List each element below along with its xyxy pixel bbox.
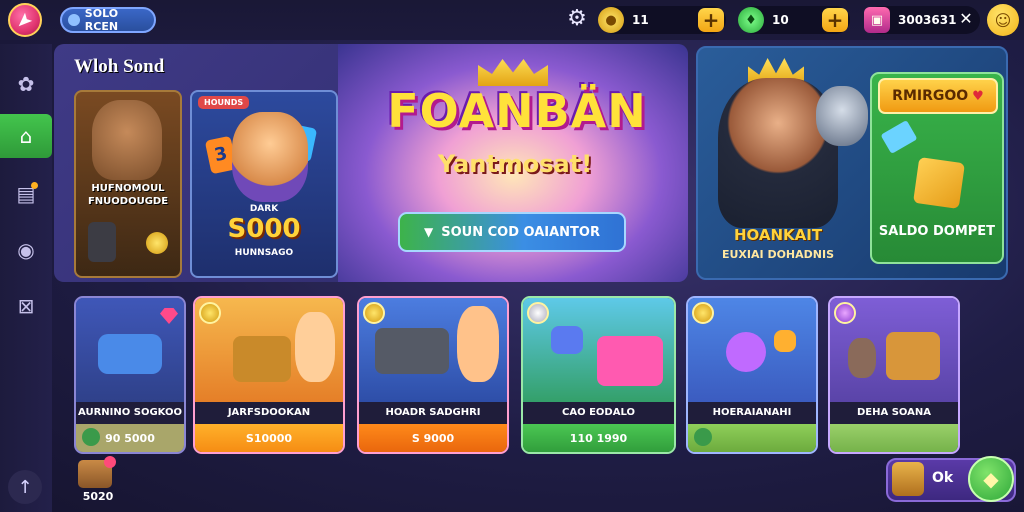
character-art — [232, 112, 308, 202]
gem-icon: ♦ — [738, 7, 764, 33]
sidebar-item-settings[interactable]: ✿ — [0, 62, 52, 106]
card-small-label: DARK — [249, 204, 279, 214]
back-arrow-icon[interactable]: ↑ — [8, 470, 42, 504]
sidebar-item-home[interactable]: ⌂ — [0, 114, 52, 158]
add-coins-button[interactable]: + — [698, 8, 724, 32]
coin-balance: ● 11 + — [598, 6, 726, 34]
cta-label: SOUN COD OAIANTOR — [441, 224, 600, 240]
game-price — [830, 424, 958, 452]
heart-icon: ♥ — [972, 88, 984, 104]
sidebar-item-inbox[interactable]: ▤ — [0, 172, 52, 216]
game-name: DEHA SOANA — [830, 402, 958, 424]
avatar — [68, 14, 80, 26]
chest-icon — [892, 462, 924, 496]
game-name: HOERAIANAHI — [688, 402, 816, 424]
player-name: SOLO RCEN — [84, 7, 119, 33]
pearl-icon — [527, 302, 549, 324]
game-logo-icon[interactable] — [8, 3, 42, 37]
promo-hero-name: HOANKAIT — [733, 226, 823, 244]
game-card[interactable]: HOADR SADGHRI S 9000 — [357, 296, 509, 454]
gem-balance: ♦ 10 + — [738, 6, 850, 34]
banner-subtitle: Yantmosat! — [437, 150, 593, 178]
notification-dot — [31, 182, 38, 189]
cat-character-art — [816, 86, 868, 146]
add-gems-button[interactable]: + — [822, 8, 848, 32]
game-name: AURNINO SOGKOO — [76, 402, 184, 424]
player-profile-button[interactable]: SOLO RCEN — [60, 7, 156, 33]
coin-icon: ● — [598, 7, 624, 33]
coin-icon — [199, 302, 221, 324]
promo-hero-subtitle: EUXIAI DOHADNIS — [721, 248, 834, 261]
gem-icon — [834, 302, 856, 324]
item-count: 5020 — [82, 490, 114, 503]
offer-title: RMIRGOO — [892, 88, 969, 104]
game-name: HOADR SADGHRI — [359, 402, 507, 424]
cog-icon: ✿ — [17, 72, 35, 96]
coin-icon — [363, 302, 385, 324]
heart-circle-icon: ◉ — [17, 238, 35, 262]
game-art — [830, 298, 958, 402]
coin-icon — [82, 428, 100, 446]
shop-icon[interactable]: ▣ — [864, 7, 890, 33]
game-name: CAO EODALO — [523, 402, 674, 424]
gold-cube-icon — [913, 157, 965, 209]
gem-icon — [160, 308, 178, 324]
game-price: S 9000 — [359, 424, 507, 452]
smile-icon[interactable]: ☺ — [987, 4, 1019, 36]
offer-title-button[interactable]: RMIRGOO ♥ — [878, 78, 998, 114]
section-title: Wloh Sond — [74, 56, 165, 77]
confirm-button[interactable]: ◆ — [968, 456, 1014, 502]
notification-dot — [104, 456, 116, 468]
promo-panel[interactable]: HOANKAIT EUXIAI DOHADNIS RMIRGOO ♥ SALDO… — [696, 46, 1008, 280]
offer-label: SALDO DOMPET — [878, 224, 996, 239]
game-price: S10000 — [195, 424, 343, 452]
game-card[interactable]: AURNINO SOGKOO 90 5000 — [74, 296, 186, 454]
game-art — [359, 298, 507, 402]
diamond-icon: ◆ — [983, 467, 999, 491]
home-icon: ⌂ — [19, 124, 33, 148]
sidebar-item-favorites[interactable]: ◉ — [0, 228, 52, 272]
game-art — [688, 298, 816, 402]
featured-card-title: HUFNOMOUL FNUODOUGDE — [87, 183, 169, 207]
microphone-icon — [88, 222, 116, 262]
coin-icon — [146, 232, 168, 254]
chevron-down-icon: ▼ — [424, 225, 434, 239]
game-card[interactable]: HOERAIANAHI — [686, 296, 818, 454]
game-name: JARFSDOOKAN — [195, 402, 343, 424]
gear-icon[interactable]: ⚙ — [565, 7, 589, 31]
wallet-offer-card[interactable]: RMIRGOO ♥ SALDO DOMPET — [870, 72, 1004, 264]
game-art — [523, 298, 674, 402]
card-footer: HUNNSAGO — [234, 248, 294, 258]
coin-icon — [692, 302, 714, 324]
ok-label: Ok — [932, 470, 954, 486]
game-card[interactable]: DEHA SOANA — [828, 296, 960, 454]
banner-cta-button[interactable]: ▼ SOUN COD OAIANTOR — [398, 212, 626, 252]
game-art — [76, 298, 184, 402]
game-price: 110 1990 — [523, 424, 674, 452]
cash-icon — [880, 119, 918, 155]
sidebar-item-mail[interactable]: ⊠ — [0, 284, 52, 328]
gem-amount: 10 — [772, 13, 789, 27]
close-icon[interactable]: ✕ — [958, 8, 974, 30]
card-tag: HOUNDS — [198, 96, 250, 109]
hero-portrait — [92, 100, 162, 180]
game-card[interactable]: JARFSDOOKAN S10000 — [193, 296, 345, 454]
game-art — [195, 298, 343, 402]
card-big-number: S000 — [227, 214, 301, 244]
leaf-icon — [694, 428, 712, 446]
coin-amount: 11 — [632, 13, 649, 27]
featured-card-cards[interactable]: HOUNDS 3 DARK S000 HUNNSAGO — [190, 90, 338, 278]
mail-icon: ⊠ — [17, 294, 35, 318]
featured-card-hero[interactable]: HUFNOMOUL FNUODOUGDE — [74, 90, 182, 278]
banner-title: FOANBÄN — [387, 84, 647, 138]
game-card[interactable]: CAO EODALO 110 1990 — [521, 296, 676, 454]
